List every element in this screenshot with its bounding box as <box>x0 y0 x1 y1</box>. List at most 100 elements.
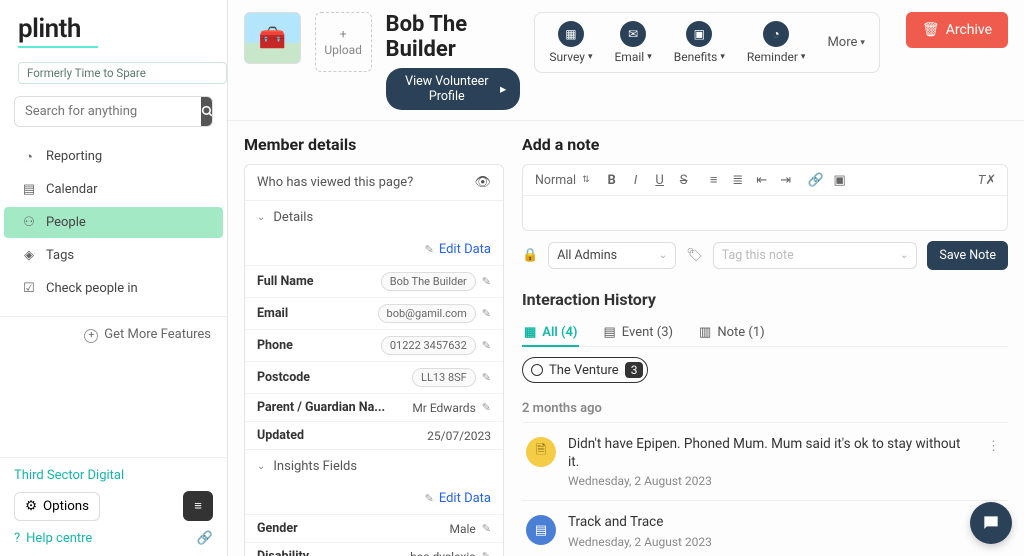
field-value: 25/07/2023 <box>427 429 491 443</box>
lock-icon[interactable]: 🔒 <box>522 248 538 263</box>
tab-all[interactable]: ▦All (4) <box>522 319 579 346</box>
pencil-icon[interactable]: ✎ <box>482 550 491 556</box>
benefits-action[interactable]: ▣Benefits▾ <box>674 21 725 64</box>
link-button[interactable]: 🔗 <box>808 172 824 188</box>
pencil-icon[interactable]: ✎ <box>482 339 491 352</box>
email-action[interactable]: ✉Email▾ <box>614 21 651 64</box>
mail-icon: ✉ <box>620 21 646 47</box>
history-item-text: Track and Trace <box>568 513 1004 531</box>
outdent-button[interactable]: ⇤ <box>754 172 770 188</box>
note-editor: Normal⇅ B I U S ≡ ≣ ⇤ ⇥ <box>522 164 1008 231</box>
member-details-title: Member details <box>244 135 504 154</box>
tag-icon: 🏷 <box>686 248 703 263</box>
member-avatar[interactable]: 🧰 <box>244 12 301 64</box>
options-button[interactable]: ⚙Options <box>14 492 100 521</box>
list-ol-button[interactable]: ≡ <box>706 172 722 188</box>
upload-button[interactable]: + Upload <box>315 12 372 72</box>
field-value: 01222 3457632 <box>381 336 476 355</box>
pencil-icon[interactable]: ✎ <box>482 371 491 384</box>
field-label: Full Name <box>257 274 314 289</box>
chat-bubble[interactable] <box>970 502 1012 544</box>
bold-button[interactable]: B <box>604 172 620 188</box>
sidebar-item-label: Check people in <box>46 281 138 296</box>
more-action[interactable]: More▾ <box>827 35 864 50</box>
archive-button[interactable]: 🗑Archive <box>906 12 1008 48</box>
chevron-down-icon: ▾ <box>588 52 593 62</box>
tag-icon: ◈ <box>22 249 36 263</box>
help-icon: ? <box>14 531 20 546</box>
sidebar: plinth Formerly Time to Spare ◔Reporting… <box>0 0 228 556</box>
filter-count: 3 <box>625 362 644 378</box>
history-item[interactable]: 🗎 Didn't have Epipen. Phoned Mum. Mum sa… <box>522 422 1008 500</box>
chevron-down-icon: ⌄ <box>900 250 908 261</box>
tab-note[interactable]: ▥Note (1) <box>697 319 767 346</box>
strike-button[interactable]: S <box>676 172 692 188</box>
image-button[interactable]: ▣ <box>832 172 848 188</box>
italic-button[interactable]: I <box>628 172 644 188</box>
sidebar-item-reporting[interactable]: ◔Reporting <box>4 141 223 172</box>
doc-icon: ▥ <box>699 325 711 340</box>
note-textarea[interactable] <box>523 196 1007 230</box>
help-link[interactable]: ?Help centre <box>14 531 92 546</box>
edit-data-link[interactable]: ✎Edit Data <box>245 234 503 265</box>
survey-action[interactable]: ▦Survey▾ <box>549 21 592 64</box>
field-value: Mr Edwards <box>412 401 475 415</box>
viewed-row[interactable]: Who has viewed this page? 👁 <box>245 165 503 200</box>
chevron-down-icon: ⌄ <box>257 212 265 223</box>
underline-button[interactable]: U <box>652 172 668 188</box>
history-item-date: Wednesday, 2 August 2023 <box>568 535 1004 549</box>
sidebar-item-people[interactable]: ⚇People <box>4 207 223 238</box>
pencil-icon: ✎ <box>425 243 434 256</box>
link-icon[interactable]: 🔗 <box>197 531 213 546</box>
indent-button[interactable]: ⇥ <box>778 172 794 188</box>
item-menu-button[interactable]: ⋮ <box>983 435 1004 458</box>
field-label: Postcode <box>257 370 310 385</box>
get-more-features[interactable]: +Get More Features <box>0 316 227 353</box>
history-tabs: ▦All (4) ▤Event (3) ▥Note (1) <box>522 319 1008 347</box>
sidebar-item-checkin[interactable]: ☑Check people in <box>4 273 223 304</box>
eye-icon: 👁 <box>474 175 491 190</box>
pencil-icon[interactable]: ✎ <box>482 275 491 288</box>
tag-note-input[interactable]: Tag this note⌄ <box>713 242 918 269</box>
view-profile-button[interactable]: View Volunteer Profile▸ <box>386 68 521 110</box>
org-name[interactable]: Third Sector Digital <box>14 468 213 483</box>
chevron-right-icon: ▸ <box>500 81 506 97</box>
list-ul-button[interactable]: ≣ <box>730 172 746 188</box>
page-title: Bob The Builder <box>386 12 521 62</box>
pencil-icon[interactable]: ✎ <box>482 307 491 320</box>
tab-event[interactable]: ▤Event (3) <box>601 319 675 346</box>
chat-icon <box>981 513 1001 533</box>
main: 🧰 + Upload Bob The Builder View Voluntee… <box>228 0 1024 556</box>
format-select[interactable]: Normal⇅ <box>535 173 590 188</box>
chevron-down-icon: ⌄ <box>659 250 667 261</box>
plus-icon: + <box>340 27 347 41</box>
visibility-select[interactable]: All Admins⌄ <box>548 242 676 269</box>
search-bar[interactable] <box>14 96 213 127</box>
pencil-icon[interactable]: ✎ <box>482 401 491 414</box>
sidebar-item-calendar[interactable]: ▤Calendar <box>4 174 223 205</box>
search-input[interactable] <box>15 97 201 126</box>
search-icon <box>201 105 213 118</box>
edit-data-link[interactable]: ✎Edit Data <box>245 483 503 514</box>
gear-icon: ⚙ <box>25 499 37 514</box>
density-toggle[interactable]: ≡ <box>183 491 213 521</box>
pencil-icon[interactable]: ✎ <box>482 522 491 535</box>
chevron-down-icon: ▾ <box>860 38 865 48</box>
details-section-toggle[interactable]: ⌄Details <box>245 200 503 234</box>
reminder-action[interactable]: ◔Reminder▾ <box>747 21 806 64</box>
field-label: Gender <box>257 521 298 536</box>
note-icon: 🗎 <box>526 437 556 467</box>
brand-tagline: Formerly Time to Spare <box>18 62 227 84</box>
insights-section-toggle[interactable]: ⌄Insights Fields <box>245 449 503 483</box>
updown-icon: ⇅ <box>582 175 590 185</box>
filter-chip[interactable]: The Venture 3 <box>522 357 648 383</box>
search-button[interactable] <box>201 97 213 126</box>
field-label: Disability <box>257 549 309 556</box>
sidebar-item-tags[interactable]: ◈Tags <box>4 240 223 271</box>
list-icon: ≡ <box>194 498 202 514</box>
field-value: has dyslexia <box>410 550 476 556</box>
save-note-button[interactable]: Save Note <box>927 241 1008 270</box>
history-item[interactable]: ▤ Track and Trace Wednesday, 2 August 20… <box>522 500 1008 556</box>
clear-format-button[interactable]: T✗ <box>979 172 995 188</box>
time-group: 2 months ago <box>522 401 1008 416</box>
